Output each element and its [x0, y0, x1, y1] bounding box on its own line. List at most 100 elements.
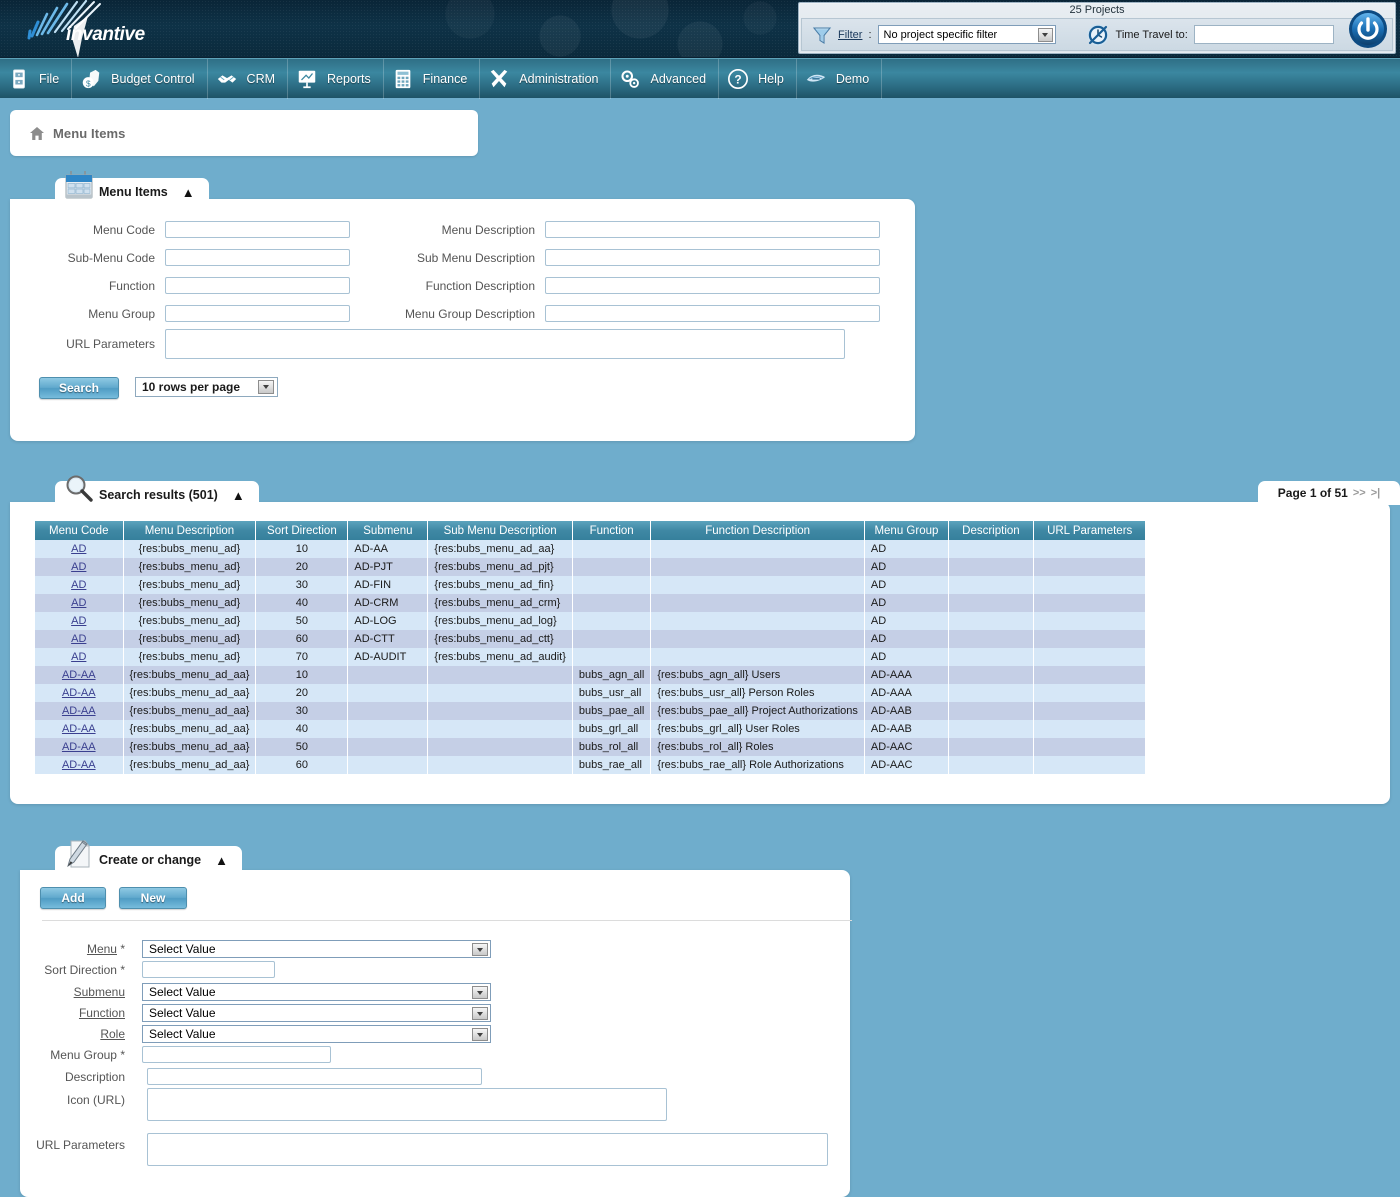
cell-submenu: AD-FIN: [347, 576, 429, 594]
tab-create-or-change[interactable]: Create or change ▲: [55, 839, 242, 874]
chevron-up-icon[interactable]: ▲: [182, 185, 195, 200]
chevron-down-icon[interactable]: [1037, 28, 1053, 42]
menu-code-link[interactable]: AD-AA: [62, 669, 96, 681]
menu-item-administration[interactable]: Administration: [480, 58, 612, 99]
menu-code-link[interactable]: AD: [71, 651, 86, 663]
menu-code-link[interactable]: AD: [71, 561, 86, 573]
cell-submenu: [347, 738, 429, 756]
column-header-menu-description[interactable]: Menu Description: [123, 521, 257, 540]
field-label: Menu *: [20, 942, 125, 956]
time-travel-clock-icon[interactable]: [1086, 23, 1110, 47]
project-filter-value: No project specific filter: [883, 28, 998, 41]
chevron-down-icon[interactable]: [258, 380, 274, 394]
filter-link[interactable]: Filter: [838, 29, 862, 41]
menu-code-link[interactable]: AD: [71, 615, 86, 627]
menu-code-link[interactable]: AD-AA: [62, 741, 96, 753]
menu-code-link[interactable]: AD-AA: [62, 759, 96, 771]
column-header-url-parameters[interactable]: URL Parameters: [1033, 521, 1146, 540]
column-header-menu-code[interactable]: Menu Code: [35, 521, 124, 540]
table-row[interactable]: AD {res:bubs_menu_ad} 20 AD-PJT {res:bubs_me…: [35, 558, 1146, 576]
menu-code-link[interactable]: AD-AA: [62, 687, 96, 699]
chevron-up-icon[interactable]: ▲: [215, 853, 228, 868]
menu-label: Budget Control: [111, 71, 195, 86]
pager-text: Page 1 of 51: [1277, 486, 1348, 500]
table-row[interactable]: AD {res:bubs_menu_ad} 70 AD-AUDIT {res:bubs_…: [35, 648, 1146, 666]
function-select[interactable]: Select Value: [142, 1004, 491, 1022]
table-row[interactable]: AD {res:bubs_menu_ad} 50 AD-LOG {res:bubs_me…: [35, 612, 1146, 630]
new-button[interactable]: New: [119, 887, 187, 909]
table-row[interactable]: AD-AA {res:bubs_menu_ad_aa} 60 bubs_rae_al…: [35, 756, 1146, 774]
column-header-function[interactable]: Function: [572, 521, 652, 540]
table-row[interactable]: AD {res:bubs_menu_ad} 60 AD-CTT {res:bubs_me…: [35, 630, 1146, 648]
menu-select[interactable]: Select Value: [142, 940, 491, 958]
cell-menu-description: {res:bubs_menu_ad}: [123, 630, 257, 648]
add-button[interactable]: Add: [40, 887, 106, 909]
function-field-link[interactable]: Function: [79, 1006, 125, 1020]
chevron-down-icon[interactable]: [472, 1007, 488, 1020]
menu-code-link[interactable]: AD: [71, 543, 86, 555]
section-divider: [42, 920, 852, 921]
field-function: Function: [10, 277, 350, 294]
menu-item-file[interactable]: File: [0, 58, 73, 99]
role-field-link[interactable]: Role: [100, 1027, 125, 1041]
search-button[interactable]: Search: [39, 377, 119, 399]
menu-item-demo[interactable]: Demo: [797, 58, 883, 99]
table-row[interactable]: AD-AA {res:bubs_menu_ad_aa} 20 bubs_usr_al…: [35, 684, 1146, 702]
column-header-sort-direction[interactable]: Sort Direction: [255, 521, 349, 540]
menu-code-link[interactable]: AD: [71, 579, 86, 591]
table-row[interactable]: AD-AA {res:bubs_menu_ad_aa} 50 bubs_rol_al…: [35, 738, 1146, 756]
time-travel-input[interactable]: [1193, 25, 1334, 44]
menu-group-description-input[interactable]: [545, 305, 880, 322]
breadcrumb[interactable]: Menu Items: [10, 110, 478, 156]
table-row[interactable]: AD-AA {res:bubs_menu_ad_aa} 30 bubs_pae_al…: [35, 702, 1146, 720]
url-parameters-textarea[interactable]: [165, 329, 845, 359]
cell-function-description: [650, 594, 865, 612]
chevron-down-icon[interactable]: [472, 943, 488, 956]
power-button-icon[interactable]: [1348, 9, 1388, 49]
table-row[interactable]: AD {res:bubs_menu_ad} 30 AD-FIN {res:bubs_me…: [35, 576, 1146, 594]
chevron-down-icon[interactable]: [472, 1028, 488, 1041]
rows-per-page-select[interactable]: 10 rows per page: [135, 377, 278, 397]
menu-code-link[interactable]: AD-AA: [62, 705, 96, 717]
menu-item-reports[interactable]: Reports: [288, 58, 384, 99]
submenu-field-link[interactable]: Submenu: [74, 985, 125, 999]
menu-field-link[interactable]: Menu: [87, 942, 117, 956]
last-page-button[interactable]: >|: [1371, 487, 1381, 499]
column-header-menu-group[interactable]: Menu Group: [864, 521, 949, 540]
description-input[interactable]: [147, 1068, 482, 1085]
table-row[interactable]: AD-AA {res:bubs_menu_ad_aa} 10 bubs_agn_al…: [35, 666, 1146, 684]
sub-menu-description-input[interactable]: [545, 249, 880, 266]
chevron-down-icon[interactable]: [472, 986, 488, 999]
url-parameters-create-textarea[interactable]: [147, 1133, 828, 1166]
icon-url-textarea[interactable]: [147, 1088, 667, 1121]
menu-item-help[interactable]: ? Help: [719, 58, 797, 99]
tab-menu-items[interactable]: Menu Items ▲: [55, 171, 209, 206]
menu-code-link[interactable]: AD: [71, 597, 86, 609]
function-description-input[interactable]: [545, 277, 880, 294]
column-header-sub-menu-description[interactable]: Sub Menu Description: [427, 521, 573, 540]
menu-item-finance[interactable]: Finance: [384, 58, 481, 99]
chevron-up-icon[interactable]: ▲: [232, 488, 245, 503]
tab-search-results[interactable]: Search results (501) ▲: [55, 475, 259, 509]
menu-code-link[interactable]: AD-AA: [62, 723, 96, 735]
menu-item-budget-control[interactable]: $ Budget Control: [72, 58, 208, 99]
menu-code-link[interactable]: AD: [71, 633, 86, 645]
role-select[interactable]: Select Value: [142, 1025, 491, 1043]
next-page-button[interactable]: >>: [1353, 487, 1366, 499]
table-row[interactable]: AD {res:bubs_menu_ad} 10 AD-AA {res:bubs_men…: [35, 540, 1146, 558]
column-header-function-description[interactable]: Function Description: [650, 521, 865, 540]
menu-item-advanced[interactable]: Advanced: [611, 58, 720, 99]
app-logo[interactable]: invantive: [22, 0, 202, 57]
menu-item-crm[interactable]: CRM: [208, 58, 289, 99]
table-row[interactable]: AD-AA {res:bubs_menu_ad_aa} 40 bubs_grl_al…: [35, 720, 1146, 738]
column-header-description[interactable]: Description: [948, 521, 1034, 540]
menu-group-create-input[interactable]: [142, 1046, 331, 1063]
menu-description-input[interactable]: [545, 221, 880, 238]
submenu-select[interactable]: Select Value: [142, 983, 491, 1001]
cell-submenu: [347, 702, 429, 720]
sort-direction-input[interactable]: [142, 961, 275, 978]
cell-menu-group: AD-AAC: [864, 756, 949, 774]
table-row[interactable]: AD {res:bubs_menu_ad} 40 AD-CRM {res:bubs_me…: [35, 594, 1146, 612]
column-header-submenu[interactable]: Submenu: [347, 521, 429, 540]
project-filter-select[interactable]: No project specific filter: [877, 25, 1056, 44]
